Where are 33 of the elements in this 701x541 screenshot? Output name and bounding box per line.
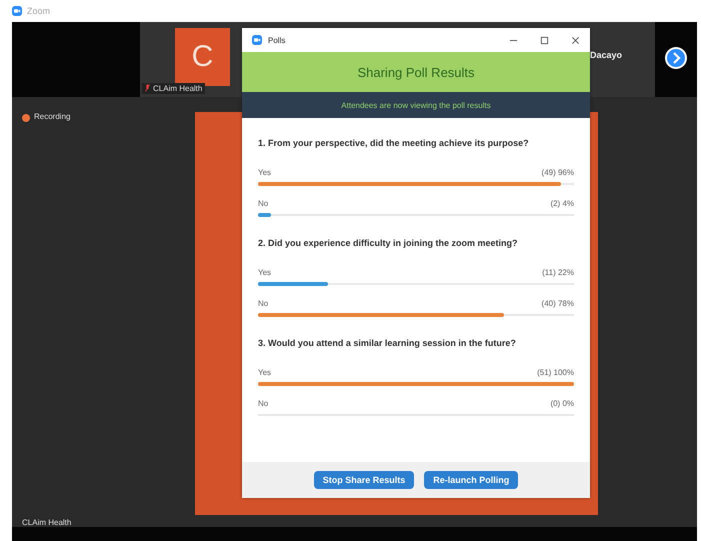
recording-label: Recording xyxy=(34,112,70,121)
zoom-logo-icon xyxy=(12,6,22,16)
muted-mic-icon xyxy=(145,84,150,92)
answer-label: Yes xyxy=(258,368,272,377)
close-icon[interactable] xyxy=(571,36,580,44)
answer-result: (40) 78% xyxy=(542,299,574,308)
zoom-logo-icon xyxy=(252,35,262,45)
avatar: C xyxy=(175,28,230,86)
participant-name: Dacayo xyxy=(590,50,622,60)
window-title: Polls xyxy=(268,36,286,44)
poll-question: 3. Would you attend a similar learning session in the future? xyxy=(258,338,517,348)
recording-icon xyxy=(22,114,30,122)
answer-result: (49) 96% xyxy=(542,168,574,177)
answer-label: Yes xyxy=(258,168,272,177)
answer-label: Yes xyxy=(258,268,272,277)
answer-result: (11) 22% xyxy=(542,268,574,277)
poll-button[interactable]: Re-launch Polling xyxy=(424,471,518,489)
participant-name: CLAim Health xyxy=(22,518,72,526)
answer-result: (2) 4% xyxy=(550,199,574,208)
next-page-icon[interactable] xyxy=(664,46,688,70)
answer-result: (51) 100% xyxy=(537,368,574,377)
poll-button[interactable]: Stop Share Results xyxy=(314,471,414,489)
poll-question: 2. Did you experience difficulty in joining the zoom meeting? xyxy=(258,238,519,248)
answer-result: (0) 0% xyxy=(550,399,574,408)
participant-name: CLAim Health xyxy=(153,84,202,93)
maximize-icon[interactable] xyxy=(540,36,549,44)
poll-notice: Attendees are now viewing the poll results xyxy=(242,92,590,118)
answer-label: No xyxy=(258,399,268,408)
answer-label: No xyxy=(258,299,268,308)
poll-question: 1. From your perspective, did the meeting achieve its purpose? xyxy=(258,138,530,148)
poll-header: Sharing Poll Results xyxy=(242,52,590,92)
app-title: Zoom xyxy=(27,6,50,16)
answer-label: No xyxy=(258,199,268,208)
